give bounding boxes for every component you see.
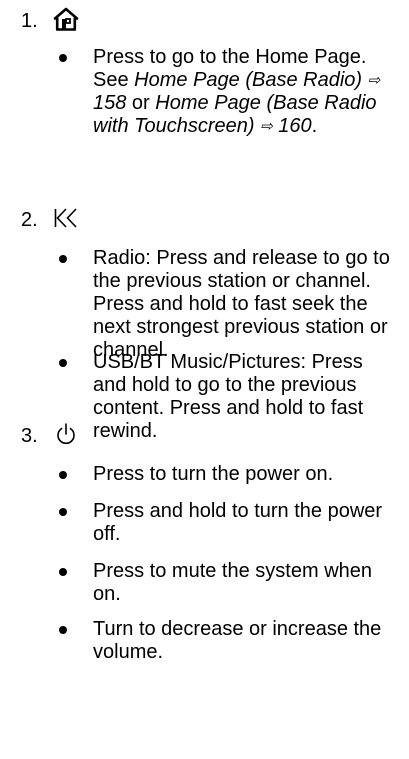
bullet-dot <box>59 471 67 479</box>
step-1-header: 1. <box>0 4 409 34</box>
bullet-text: Press to go to the Home Page. See Home P… <box>93 46 397 138</box>
bullet-dot <box>59 508 67 516</box>
seek-back-icon <box>54 208 77 228</box>
step-number: 1. <box>21 10 38 32</box>
bullet-text: Press to turn the power on. <box>93 463 334 485</box>
page-reference-number: 158 <box>93 92 127 114</box>
page-reference-number: 160 <box>278 115 312 137</box>
page-reference-arrow-icon: ⇨ <box>260 118 273 135</box>
bullet-dot <box>59 626 67 634</box>
bullet-dot <box>59 54 67 62</box>
bullet-text: Turn to decrease or increase the volume. <box>93 618 382 663</box>
bullet-text-part: . <box>311 115 318 137</box>
bullet-text: Press and hold to turn the power off. <box>93 500 383 545</box>
bullet-dot <box>59 255 67 263</box>
power-icon <box>57 423 75 445</box>
page-reference-arrow-icon: ⇨ <box>367 72 381 89</box>
step-3: 3. Press to turn the power on. Press and… <box>0 419 409 663</box>
bullet-text-part: or <box>126 92 156 114</box>
step-number: 3. <box>21 425 38 447</box>
step-2-header: 2. <box>0 203 409 233</box>
bullet-dot <box>59 568 67 576</box>
cross-reference-title: Home Page (Base Radio) <box>134 69 363 91</box>
manual-page: 1. Press to go to the Home Page. See Hom… <box>0 0 409 759</box>
step-3-header: 3. <box>0 419 409 449</box>
step-2: 2. Radio: Press and release to go to the… <box>0 203 409 442</box>
home-icon <box>53 7 79 31</box>
bullet-dot <box>59 359 67 367</box>
step-1: 1. Press to go to the Home Page. See Hom… <box>0 4 409 137</box>
bullet-text: Radio: Press and release to go to the pr… <box>93 247 390 361</box>
bullet-text: Press to mute the system when on. <box>93 560 373 605</box>
step-number: 2. <box>21 209 38 231</box>
